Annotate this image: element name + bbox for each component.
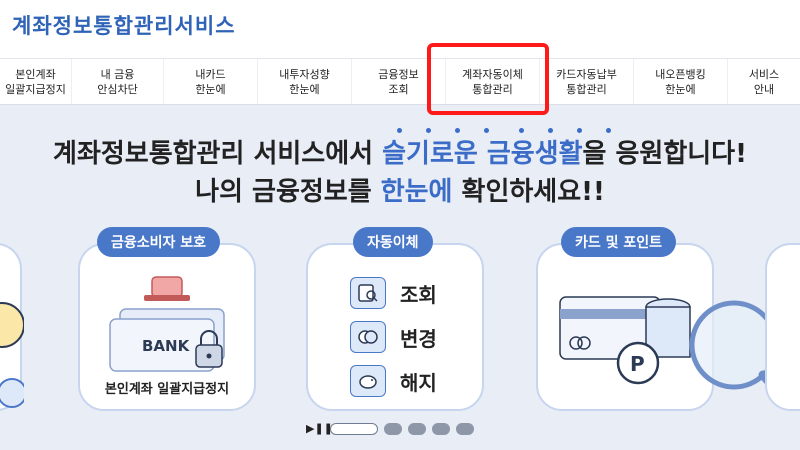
nav-item-account-payment-stop[interactable]: 본인계좌 일괄지급정지: [0, 59, 72, 104]
nav-item-service-guide[interactable]: 서비스 안내: [728, 59, 800, 104]
card-badge-auto-transfer: 자동이체: [353, 227, 433, 257]
play-pause-button[interactable]: ▶❚❚: [306, 422, 333, 436]
headline: 계좌정보통합관리 서비스에서 슬기로운 금융생활을 응원합니다! 나의 금융정보…: [0, 135, 800, 211]
headline-text: 을 응원합니다!: [582, 139, 747, 169]
auto-row-inquiry: 조회: [350, 277, 437, 309]
card-card-point[interactable]: P: [536, 243, 793, 411]
headline-accent: 슬기로운 금융생활: [382, 139, 583, 169]
carousel-card-next[interactable]: [765, 243, 800, 411]
subline-text: 나의 금융정보를: [195, 177, 381, 207]
nav-item-open-banking[interactable]: 내오픈뱅킹 한눈에: [634, 59, 728, 104]
carousel-dot[interactable]: [384, 423, 402, 435]
document-search-icon: [350, 277, 386, 309]
subline-accent: 한눈에: [380, 177, 453, 207]
svg-text:BANK: BANK: [142, 337, 191, 355]
nav-item-card-auto-payment[interactable]: 카드자동납부 통합관리: [540, 59, 634, 104]
headline-text: 계좌정보통합관리 서비스에서: [53, 139, 383, 169]
headline-line-2: 나의 금융정보를 한눈에 확인하세요!!: [0, 173, 800, 211]
prev-card-illustration: [0, 302, 27, 408]
nav-item-finance-block[interactable]: 내 금융 안심차단: [72, 59, 164, 104]
auto-row-label: 해지: [400, 370, 437, 395]
carousel-dot[interactable]: [408, 423, 426, 435]
piggy-bank-icon: [350, 365, 386, 397]
subline-text: 확인하세요!!: [452, 177, 605, 207]
card-auto-transfer[interactable]: 조회 변경 해지: [306, 243, 484, 411]
carousel-dot[interactable]: [456, 423, 474, 435]
auto-row-label: 조회: [400, 282, 437, 307]
nav-label: 서비스 안내: [748, 67, 780, 96]
main-nav: 본인계좌 일괄지급정지 내 금융 안심차단 내카드 한눈에 내투자성향 한눈에 …: [0, 58, 800, 105]
auto-row-cancel: 해지: [350, 365, 437, 397]
nav-label: 금융정보 조회: [378, 67, 419, 96]
currency-exchange-icon: [350, 321, 386, 353]
auto-row-change: 변경: [350, 321, 437, 353]
nav-label: 카드자동납부 통합관리: [556, 67, 617, 96]
card-point-illustration: P: [559, 296, 793, 408]
card-badge-card-point: 카드 및 포인트: [561, 227, 677, 257]
headline-line-1: 계좌정보통합관리 서비스에서 슬기로운 금융생활을 응원합니다!: [0, 135, 800, 173]
nav-item-my-card[interactable]: 내카드 한눈에: [164, 59, 258, 104]
auto-row-label: 변경: [400, 326, 437, 351]
card-badge-consumer-protection: 금융소비자 보호: [97, 227, 221, 257]
card-footer-label: 본인계좌 일괄지급정지: [104, 382, 230, 397]
nav-label: 내 금융 안심차단: [97, 67, 138, 96]
nav-item-investment[interactable]: 내투자성향 한눈에: [258, 59, 352, 104]
page: 계좌정보통합관리서비스 본인계좌 일괄지급정지 내 금융 안심차단 내카드 한눈…: [0, 0, 800, 450]
nav-item-finance-inquiry[interactable]: 금융정보 조회: [352, 59, 446, 104]
nav-label: 계좌자동이체 통합관리: [462, 67, 523, 96]
hero-banner: 계좌정보통합관리 서비스에서 슬기로운 금융생활을 응원합니다! 나의 금융정보…: [0, 105, 800, 450]
carousel-dot-active[interactable]: [330, 423, 378, 435]
nav-label: 내오픈뱅킹 한눈에: [655, 67, 706, 96]
carousel-card-prev[interactable]: [0, 243, 27, 411]
site-title[interactable]: 계좌정보통합관리서비스: [12, 10, 236, 40]
nav-item-account-auto-transfer[interactable]: 계좌자동이체 통합관리: [446, 59, 540, 104]
carousel-dot[interactable]: [432, 423, 450, 435]
nav-label: 내카드 한눈에: [195, 67, 226, 96]
card-consumer-protection[interactable]: BANK 본인계좌 일괄지급정지: [78, 243, 256, 411]
header: 계좌정보통합관리서비스: [0, 0, 800, 58]
nav-label: 내투자성향 한눈에: [279, 67, 330, 96]
nav-label: 본인계좌 일괄지급정지: [5, 67, 66, 96]
carousel-pagination: ▶❚❚: [306, 422, 480, 436]
svg-text:P: P: [630, 352, 645, 376]
